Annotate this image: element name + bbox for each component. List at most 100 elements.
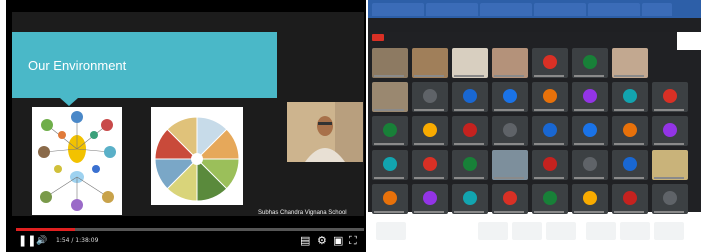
participant-name [574,211,604,213]
participant-tile[interactable] [412,150,448,180]
participant-tile[interactable] [572,150,608,180]
more-options-button[interactable] [654,222,684,240]
avatar [463,123,477,137]
pause-button[interactable]: ❚❚ [18,233,36,249]
participant-name [494,75,524,77]
browser-address-bar[interactable] [368,18,701,32]
participant-tile[interactable] [532,116,568,146]
participant-tile[interactable] [492,184,528,214]
participant-name [414,177,444,179]
avatar [463,157,477,171]
participant-tile[interactable] [532,48,568,78]
participant-name [414,143,444,145]
avatar [383,123,397,137]
avatar [543,123,557,137]
participant-tile[interactable] [452,48,488,78]
participant-tile[interactable] [452,116,488,146]
avatar [543,191,557,205]
participant-tile[interactable] [492,150,528,180]
participant-name [414,211,444,213]
avatar [423,89,437,103]
participant-video [492,150,528,180]
present-button[interactable] [620,222,650,240]
screen: Our Environment Subhas Chandra Vignana S… [0,0,701,252]
end-call-button[interactable] [512,222,542,240]
participant-name [494,177,524,179]
participant-name [374,211,404,213]
participant-name [454,177,484,179]
participant-tile[interactable] [492,48,528,78]
participant-tile[interactable] [412,82,448,112]
participant-tile[interactable] [652,150,688,180]
participant-tile[interactable] [652,116,688,146]
participant-tile[interactable] [612,48,648,78]
participant-tile[interactable] [532,150,568,180]
browser-tab[interactable] [588,3,640,16]
participant-tile[interactable] [412,116,448,146]
browser-tab[interactable] [372,3,424,16]
meeting-info-button[interactable] [376,222,406,240]
participant-tile[interactable] [452,184,488,214]
participant-tile[interactable] [612,184,648,214]
video-player[interactable]: Our Environment Subhas Chandra Vignana S… [6,0,366,252]
browser-tab-bar [368,0,701,18]
banner-pointer [60,98,78,106]
volume-icon[interactable]: 🔊 [36,233,47,249]
participant-name [574,75,604,77]
participant-tile[interactable] [372,116,408,146]
participant-tile[interactable] [532,82,568,112]
participant-name [654,177,684,179]
subtitles-icon[interactable]: ▤ [300,233,310,249]
participant-tile[interactable] [372,82,408,112]
participant-tile[interactable] [572,48,608,78]
video-progress-bar[interactable] [16,228,364,231]
avatar [623,123,637,137]
participant-tile[interactable] [412,48,448,78]
participant-tile[interactable] [652,184,688,214]
participant-tile[interactable] [572,116,608,146]
fullscreen-icon[interactable]: ⛶ [349,233,357,249]
participant-name [414,75,444,77]
participant-name [614,143,644,145]
participant-tile[interactable] [572,82,608,112]
participant-tile[interactable] [652,82,688,112]
side-panel[interactable] [677,32,701,50]
avatar [543,55,557,69]
participant-tile[interactable] [612,150,648,180]
participant-tile[interactable] [572,184,608,214]
slide-title: Our Environment [28,58,127,73]
participant-tile[interactable] [452,82,488,112]
participant-tile[interactable] [612,82,648,112]
browser-tab[interactable] [642,3,672,16]
participant-name [654,109,684,111]
avatar [503,123,517,137]
avatar [463,191,477,205]
browser-tab[interactable] [426,3,478,16]
miniplayer-icon[interactable]: ▣ [333,233,343,249]
participant-name [454,143,484,145]
captions-button[interactable] [586,222,616,240]
camera-button[interactable] [546,222,576,240]
participant-name [614,211,644,213]
mic-button[interactable] [478,222,508,240]
avatar [583,89,597,103]
participant-tile[interactable] [452,150,488,180]
avatar [503,191,517,205]
participant-tile[interactable] [492,116,528,146]
participant-video [612,48,648,78]
participant-tile[interactable] [492,82,528,112]
environment-diagram-svg [38,111,116,211]
participant-name [574,109,604,111]
participant-tile[interactable] [372,184,408,214]
participant-tile[interactable] [372,48,408,78]
participant-tile[interactable] [532,184,568,214]
participant-video [652,150,688,180]
participant-tile[interactable] [412,184,448,214]
participant-tile[interactable] [372,150,408,180]
settings-icon[interactable]: ⚙ [317,233,327,249]
participant-tile[interactable] [612,116,648,146]
pie-wheel-image [151,107,243,205]
meeting-toolbar [368,214,701,252]
browser-tab[interactable] [480,3,532,16]
browser-tab[interactable] [534,3,586,16]
